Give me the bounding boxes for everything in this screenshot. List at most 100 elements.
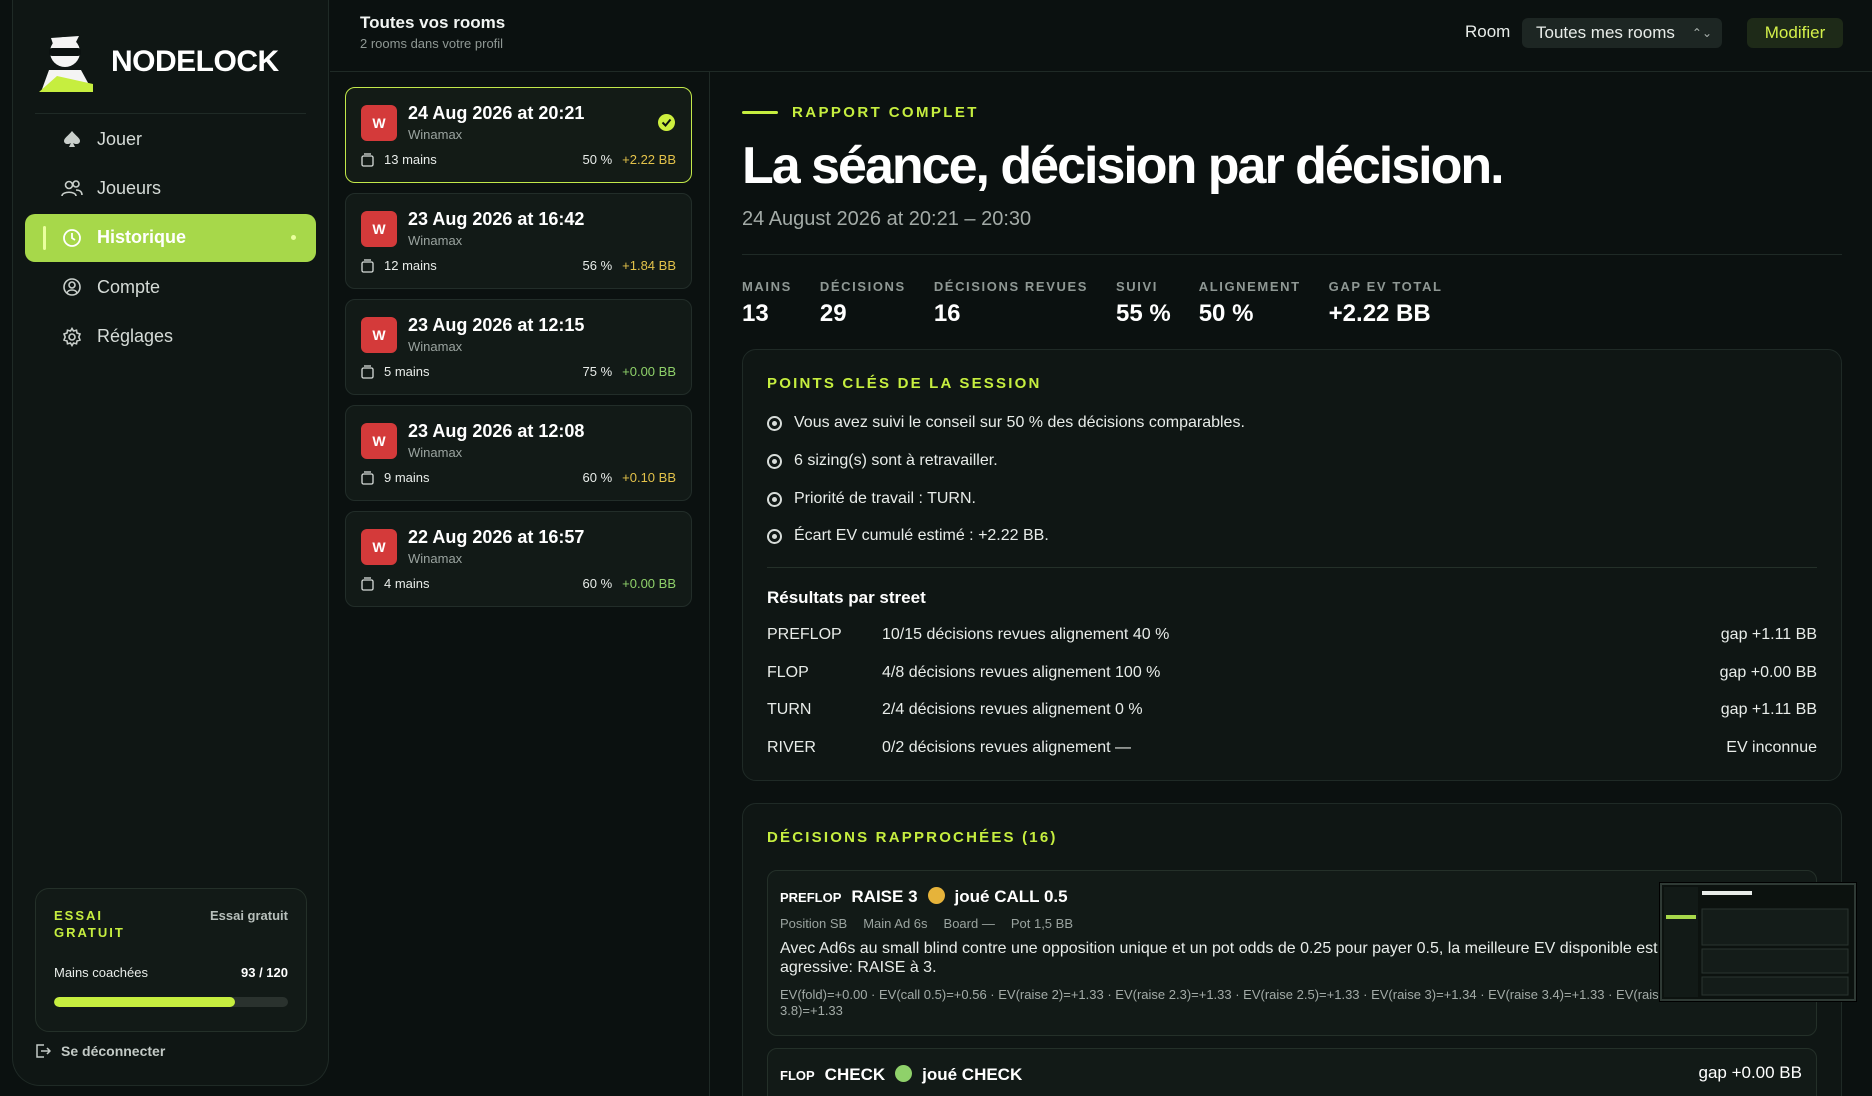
nav-item-historique[interactable]: Historique xyxy=(25,213,316,262)
decision-street: PREFLOP xyxy=(780,890,842,905)
session-card[interactable]: W 24 Aug 2026 at 20:21 Winamax 13 mains … xyxy=(345,87,692,183)
trial-progress-fill xyxy=(54,997,236,1007)
report-kicker: RAPPORT COMPLET xyxy=(742,104,979,121)
divider xyxy=(742,254,1842,255)
logout-icon xyxy=(36,1044,51,1058)
street-gap: gap +1.11 BB xyxy=(1720,701,1817,718)
nav-label: Joueurs xyxy=(97,177,162,198)
trial-tag: ESSAI GRATUIT xyxy=(54,908,125,940)
session-footer: 5 mains 75 % +0.00 BB xyxy=(361,364,676,379)
session-card[interactable]: W 22 Aug 2026 at 16:57 Winamax 4 mains 6… xyxy=(345,511,692,607)
session-footer: 9 mains 60 % +0.10 BB xyxy=(361,470,676,485)
main-nav: Jouer Joueurs Historique Compte Réglages xyxy=(25,115,316,362)
session-hands: 4 mains xyxy=(384,576,430,591)
stat-decisions: DÉCISIONS 29 xyxy=(820,279,906,328)
kicker-line xyxy=(742,111,778,114)
nav-item-reglages[interactable]: Réglages xyxy=(25,313,316,361)
street-gap: gap +1.11 BB xyxy=(1720,626,1817,643)
decision-pot: Pot 1,5 BB xyxy=(1010,916,1073,931)
street-row: RIVER 0/2 décisions revues alignement — … xyxy=(767,739,1817,761)
room-select-value: Toutes mes rooms xyxy=(1536,23,1675,42)
winamax-badge-icon: W xyxy=(361,529,397,565)
target-icon xyxy=(767,528,782,544)
decisions-header: DÉCISIONS RAPPROCHÉES (16) xyxy=(767,829,1058,846)
room-select[interactable]: Toutes mes rooms ⌃⌄ xyxy=(1522,18,1722,48)
street-row: FLOP 4/8 décisions revues alignement 100… xyxy=(767,664,1817,686)
decision-gap: gap +0.00 BB xyxy=(1698,1063,1802,1082)
cards-icon xyxy=(361,576,374,591)
stats-row: MAINS 13 DÉCISIONS 29 DÉCISIONS REVUES 1… xyxy=(742,279,1470,328)
nav-label: Jouer xyxy=(97,128,143,149)
session-title: 22 Aug 2026 at 16:57 xyxy=(408,527,585,547)
session-room: Winamax xyxy=(408,445,463,460)
stat-value: 50 % xyxy=(1198,300,1254,327)
winamax-badge-icon: W xyxy=(361,211,397,247)
session-pct: 50 % xyxy=(582,152,613,167)
decision-advised-action: RAISE 3 xyxy=(851,887,918,906)
nav-label: Compte xyxy=(97,276,161,297)
session-title: 23 Aug 2026 at 12:15 xyxy=(408,315,585,335)
stat-decisions-revues: DÉCISIONS REVUES 16 xyxy=(934,279,1088,328)
nav-item-jouer[interactable]: Jouer xyxy=(25,115,316,163)
street-name: FLOP xyxy=(767,664,809,681)
session-card[interactable]: W 23 Aug 2026 at 12:08 Winamax 9 mains 6… xyxy=(345,405,692,501)
logout-label: Se déconnecter xyxy=(61,1043,166,1059)
brand[interactable]: NODELOCK xyxy=(35,30,279,94)
stat-value: 16 xyxy=(933,300,961,327)
keypoints-panel: POINTS CLÉS DE LA SESSION Vous avez suiv… xyxy=(742,349,1842,781)
decision-street: FLOP xyxy=(780,1068,815,1083)
session-hands: 12 mains xyxy=(384,258,437,273)
session-pct: 56 % xyxy=(582,258,613,273)
page-title: Toutes vos rooms xyxy=(360,13,506,32)
nav-label: Historique xyxy=(97,227,187,248)
nav-item-joueurs[interactable]: Joueurs xyxy=(25,164,316,212)
target-icon xyxy=(767,491,782,507)
session-room: Winamax xyxy=(408,339,463,354)
trial-plan: Essai gratuit xyxy=(209,908,288,923)
stat-label: ALIGNEMENT xyxy=(1198,279,1301,294)
divider xyxy=(767,567,1817,568)
session-room: Winamax xyxy=(408,551,463,566)
session-card[interactable]: W 23 Aug 2026 at 16:42 Winamax 12 mains … xyxy=(345,193,692,289)
users-icon xyxy=(61,177,83,199)
decision-explanation: Avec Ad6s au small blind contre une oppo… xyxy=(780,940,1658,976)
cards-icon xyxy=(361,364,374,379)
keypoint: Vous avez suivi le conseil sur 50 % des … xyxy=(767,414,1245,432)
decision-advised-action: CHECK xyxy=(824,1065,886,1084)
session-room: Winamax xyxy=(408,127,463,142)
keypoint-text: Priorité de travail : TURN. xyxy=(794,490,976,507)
brand-name: NODELOCK xyxy=(111,45,279,78)
logo-icon xyxy=(39,36,93,92)
session-footer: 13 mains 50 % +2.22 BB xyxy=(361,152,676,167)
winamax-badge-icon: W xyxy=(361,423,397,459)
keypoint-text: 6 sizing(s) sont à retravailler. xyxy=(794,452,998,469)
keypoints-header: POINTS CLÉS DE LA SESSION xyxy=(767,375,1042,392)
stat-value: 55 % xyxy=(1116,300,1171,327)
decision-ev-list: EV(fold)=+0.00 · EV(call 0.5)=+0.56 · EV… xyxy=(780,987,1666,1018)
thumbnail-preview-icon xyxy=(1662,885,1854,999)
trial-hands-label: Mains coachées xyxy=(54,965,148,980)
street-review: 10/15 décisions revues alignement 40 % xyxy=(882,626,1170,643)
history-icon xyxy=(61,227,83,249)
session-gap: +0.10 BB xyxy=(622,470,676,485)
report-title: La séance, décision par décision. xyxy=(742,137,1505,195)
winamax-badge-icon: W xyxy=(361,317,397,353)
stat-value: 29 xyxy=(819,300,847,327)
session-gap: +0.00 BB xyxy=(622,576,676,591)
cards-icon xyxy=(361,152,374,167)
logout-button[interactable]: Se déconnecter xyxy=(35,1043,165,1059)
target-icon xyxy=(767,415,782,431)
session-title: 23 Aug 2026 at 16:42 xyxy=(408,209,585,229)
nav-item-compte[interactable]: Compte xyxy=(25,263,316,311)
modify-button[interactable]: Modifier xyxy=(1747,18,1843,48)
session-hands: 9 mains xyxy=(384,470,430,485)
session-hands: 13 mains xyxy=(384,152,437,167)
stat-gap-ev: GAP EV TOTAL +2.22 BB xyxy=(1329,279,1443,328)
decision-played-action: joué CALL 0.5 xyxy=(954,887,1068,906)
decision-position: Position SB xyxy=(780,916,848,931)
session-pct: 75 % xyxy=(582,364,613,379)
session-card[interactable]: W 23 Aug 2026 at 12:15 Winamax 5 mains 7… xyxy=(345,299,692,395)
screenshot-thumbnail[interactable] xyxy=(1660,883,1856,1001)
decision-card[interactable]: FLOP CHECK joué CHECK gap +0.00 BB xyxy=(767,1048,1817,1096)
stat-label: DÉCISIONS REVUES xyxy=(933,279,1088,294)
